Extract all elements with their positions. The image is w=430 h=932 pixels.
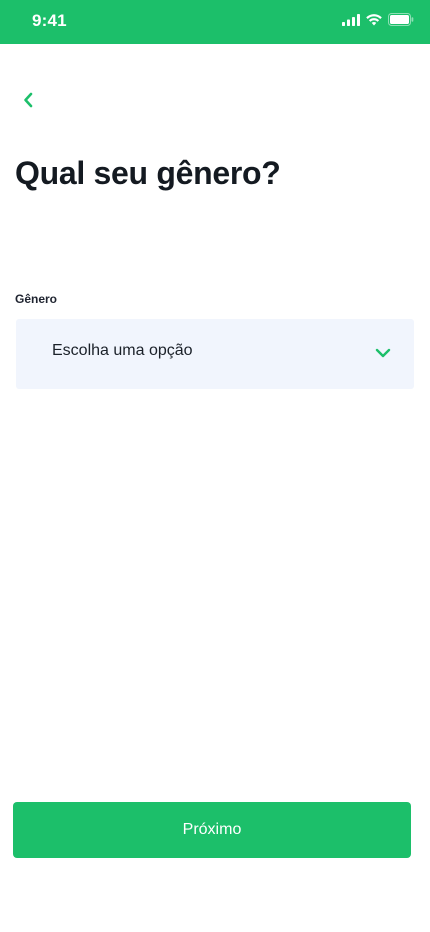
chevron-left-icon	[22, 91, 34, 114]
gender-select[interactable]: Escolha uma opção	[16, 319, 414, 389]
status-bar: 9:41	[0, 0, 430, 44]
cellular-signal-icon	[342, 13, 360, 31]
battery-icon	[388, 13, 414, 31]
gender-field-label: Gênero	[15, 292, 58, 306]
page-title: Qual seu gênero?	[15, 155, 281, 191]
status-time: 9:41	[32, 11, 67, 30]
status-icons	[342, 12, 414, 32]
gender-select-value: Escolha uma opção	[52, 342, 193, 359]
next-button[interactable]: Próximo	[13, 802, 411, 858]
back-button[interactable]	[16, 90, 40, 114]
chevron-down-icon	[374, 346, 392, 360]
wifi-icon	[366, 13, 382, 31]
